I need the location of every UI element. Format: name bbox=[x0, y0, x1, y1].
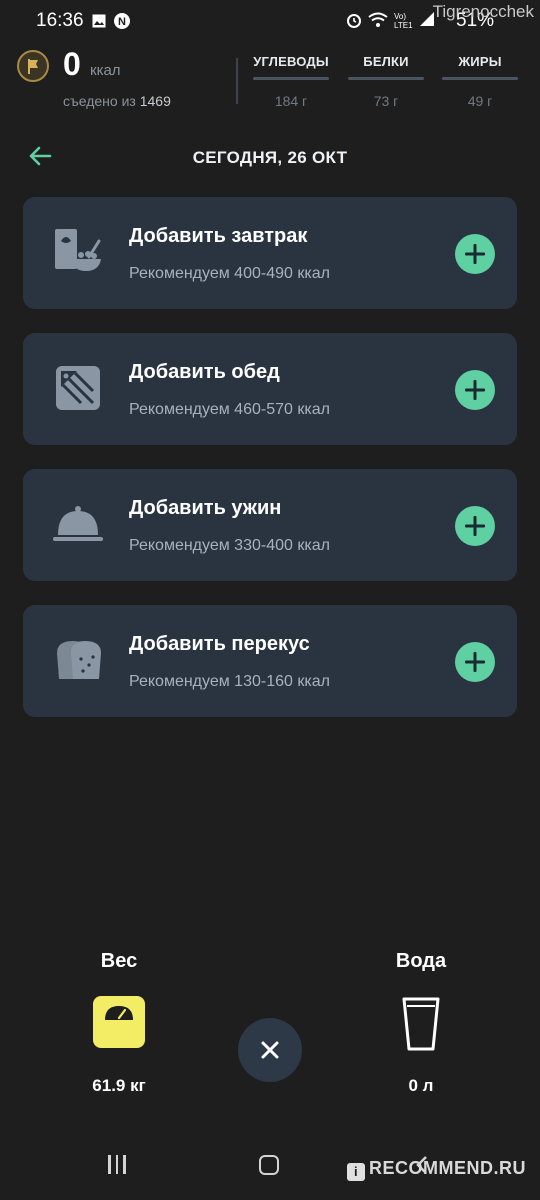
streak-badge[interactable] bbox=[17, 50, 49, 82]
eaten-prefix: съедено из bbox=[63, 93, 136, 109]
scale-dial bbox=[105, 1006, 133, 1020]
image-icon bbox=[92, 14, 106, 28]
eaten-total: 1469 bbox=[139, 93, 171, 109]
macro-label: УГЛЕВОДЫ bbox=[253, 54, 329, 69]
nav-recents-button[interactable] bbox=[108, 1155, 131, 1179]
meal-recommendation: Рекомендуем 130-160 ккал bbox=[129, 673, 330, 690]
close-button[interactable] bbox=[238, 1018, 302, 1082]
weight-title: Вес bbox=[100, 950, 138, 972]
lte-indicator: Vo) LTE1 bbox=[394, 12, 413, 30]
kcal-eaten-value: 0 bbox=[63, 46, 81, 82]
svg-text:N: N bbox=[118, 16, 126, 28]
meal-title: Добавить обед bbox=[129, 361, 280, 383]
meal-card-snack[interactable]: Добавить перекус Рекомендуем 130-160 кка… bbox=[23, 605, 517, 717]
macro-value: 73 г bbox=[373, 93, 399, 109]
water-value: 0 л bbox=[408, 1076, 434, 1095]
n-app-icon: N bbox=[114, 13, 130, 29]
macro-progress-bar bbox=[442, 77, 518, 80]
summary-divider bbox=[236, 58, 238, 104]
watermark-site: i RECOMMEND.RU bbox=[347, 1158, 526, 1181]
macro-value: 184 г bbox=[274, 93, 308, 109]
meal-recommendation: Рекомендуем 460-570 ккал bbox=[129, 401, 330, 418]
add-breakfast-button[interactable] bbox=[455, 234, 495, 274]
meal-recommendation: Рекомендуем 400-490 ккал bbox=[129, 265, 330, 282]
meal-title: Добавить завтрак bbox=[129, 225, 308, 247]
breakfast-bowl-icon bbox=[55, 229, 101, 271]
eaten-of-label: съедено из 1469 bbox=[63, 93, 171, 109]
nav-home-button[interactable] bbox=[259, 1155, 279, 1175]
watermark-username: Tigrenocchek bbox=[432, 2, 534, 21]
kcal-unit: ккал bbox=[90, 62, 121, 79]
macro-progress-bar bbox=[253, 77, 329, 80]
macro-label: ЖИРЫ bbox=[458, 54, 502, 69]
date-title[interactable]: СЕГОДНЯ, 26 ОКТ bbox=[0, 148, 540, 168]
add-lunch-button[interactable] bbox=[455, 370, 495, 410]
macro-progress-bar bbox=[348, 77, 424, 80]
meal-title: Добавить ужин bbox=[129, 497, 282, 519]
meal-card-dinner[interactable]: Добавить ужин Рекомендуем 330-400 ккал bbox=[23, 469, 517, 581]
meal-card-breakfast[interactable]: Добавить завтрак Рекомендуем 400-490 кка… bbox=[23, 197, 517, 309]
status-time: 16:36 bbox=[36, 10, 84, 31]
close-icon bbox=[261, 1041, 279, 1059]
watermark-site-text: RECOMMEND.RU bbox=[369, 1158, 526, 1178]
add-snack-button[interactable] bbox=[455, 642, 495, 682]
macro-protein[interactable]: БЕЛКИ 73 г bbox=[348, 54, 424, 109]
snack-bread-icon bbox=[57, 641, 101, 679]
macro-fat[interactable]: ЖИРЫ 49 г bbox=[442, 54, 518, 109]
alarm-icon bbox=[347, 14, 361, 28]
meal-title: Добавить перекус bbox=[129, 633, 310, 655]
water-title: Вода bbox=[395, 950, 447, 972]
water-glass-icon[interactable] bbox=[401, 996, 441, 1052]
lunch-pizza-icon bbox=[56, 366, 100, 410]
macro-value: 49 г bbox=[467, 93, 493, 109]
wifi-icon bbox=[368, 12, 388, 27]
add-dinner-button[interactable] bbox=[455, 506, 495, 546]
macro-label: БЕЛКИ bbox=[363, 54, 409, 69]
flag-icon bbox=[28, 59, 38, 74]
meal-recommendation: Рекомендуем 330-400 ккал bbox=[129, 537, 330, 554]
macro-carbs[interactable]: УГЛЕВОДЫ 184 г bbox=[253, 54, 329, 109]
weight-scale-icon[interactable] bbox=[93, 996, 145, 1048]
weight-value: 61.9 кг bbox=[92, 1076, 146, 1095]
meal-card-lunch[interactable]: Добавить обед Рекомендуем 460-570 ккал bbox=[23, 333, 517, 445]
dinner-cloche-icon bbox=[53, 506, 103, 541]
